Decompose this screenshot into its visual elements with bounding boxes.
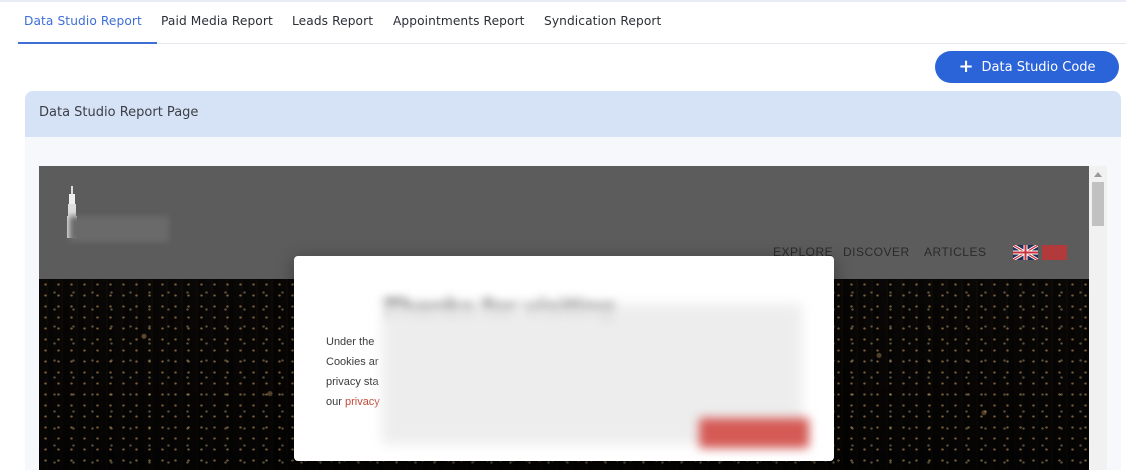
tab-leads-report[interactable]: Leads Report xyxy=(292,14,373,28)
card-header: Data Studio Report Page xyxy=(25,91,1121,137)
add-data-studio-code-label: Data Studio Code xyxy=(981,59,1096,75)
turkey-flag-icon[interactable] xyxy=(1042,245,1067,260)
modal-text-line-3: privacy sta xyxy=(326,376,379,388)
modal-text-line-1: Under the xyxy=(326,336,375,348)
site-nav-articles[interactable]: ARTICLES xyxy=(924,245,986,259)
tab-appointments-report[interactable]: Appointments Report xyxy=(393,14,525,28)
add-data-studio-code-button[interactable]: + Data Studio Code xyxy=(935,51,1119,83)
privacy-link[interactable]: privacy xyxy=(345,396,380,408)
tab-data-studio-report[interactable]: Data Studio Report xyxy=(24,14,142,28)
accept-cookies-button[interactable] xyxy=(699,418,809,448)
scroll-up-arrow-icon[interactable] xyxy=(1094,172,1102,177)
tab-syndication-report[interactable]: Syndication Report xyxy=(544,14,661,28)
scroll-thumb[interactable] xyxy=(1092,182,1104,226)
modal-text-line-4: our privacy xyxy=(326,396,380,408)
card-title: Data Studio Report Page xyxy=(39,105,199,120)
embedded-report-frame[interactable]: EXPLORE DISCOVER ARTICLES Thanks for vis… xyxy=(39,166,1107,470)
blurred-logo-text xyxy=(69,216,169,242)
uk-flag-icon[interactable] xyxy=(1013,245,1038,260)
plus-icon: + xyxy=(958,56,974,77)
modal-text-line-4-prefix: our xyxy=(326,396,345,408)
modal-text-line-2: Cookies ar xyxy=(326,356,379,368)
frame-scrollbar[interactable] xyxy=(1089,166,1107,470)
report-tabs: Data Studio Report Paid Media Report Lea… xyxy=(18,0,1126,44)
report-card: Data Studio Report Page EXPLORE DISCOVER… xyxy=(25,91,1121,470)
cookie-consent-modal: Thanks for visiting Under the Cookies ar… xyxy=(294,256,834,461)
active-tab-indicator xyxy=(18,42,157,44)
tab-paid-media-report[interactable]: Paid Media Report xyxy=(161,14,273,28)
site-nav-discover[interactable]: DISCOVER xyxy=(843,245,910,259)
